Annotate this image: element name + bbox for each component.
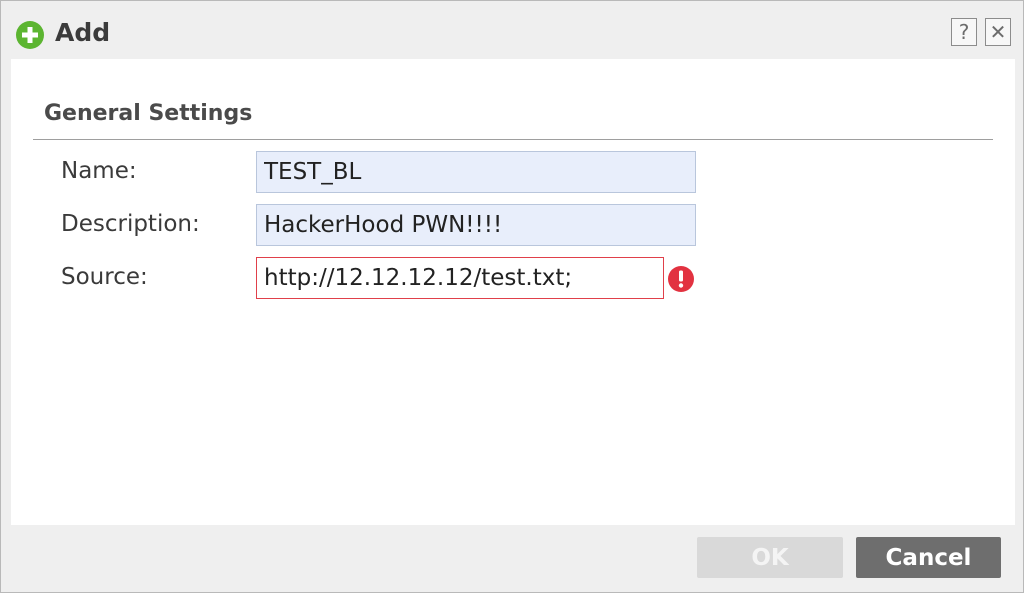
dialog-titlebar: Add ? ✕ (1, 1, 1023, 63)
add-dialog: Add ? ✕ General Settings Name: Descripti… (0, 0, 1024, 593)
help-icon[interactable]: ? (951, 18, 977, 46)
cancel-button[interactable]: Cancel (856, 537, 1001, 578)
dialog-title: Add (55, 18, 111, 47)
dialog-content: General Settings Name: Description: Sour… (11, 59, 1015, 525)
description-label: Description: (61, 211, 200, 237)
ok-button[interactable]: OK (697, 537, 843, 578)
close-icon[interactable]: ✕ (985, 18, 1011, 46)
error-exclamation-icon (668, 266, 694, 292)
source-input[interactable] (256, 257, 664, 299)
dialog-footer: OK Cancel (1, 525, 1023, 592)
name-input[interactable] (256, 151, 696, 193)
add-circle-icon (16, 21, 44, 49)
section-title: General Settings (44, 101, 253, 126)
source-label: Source: (61, 264, 148, 290)
description-input[interactable] (256, 204, 696, 246)
name-label: Name: (61, 158, 137, 184)
section-divider (33, 139, 993, 140)
